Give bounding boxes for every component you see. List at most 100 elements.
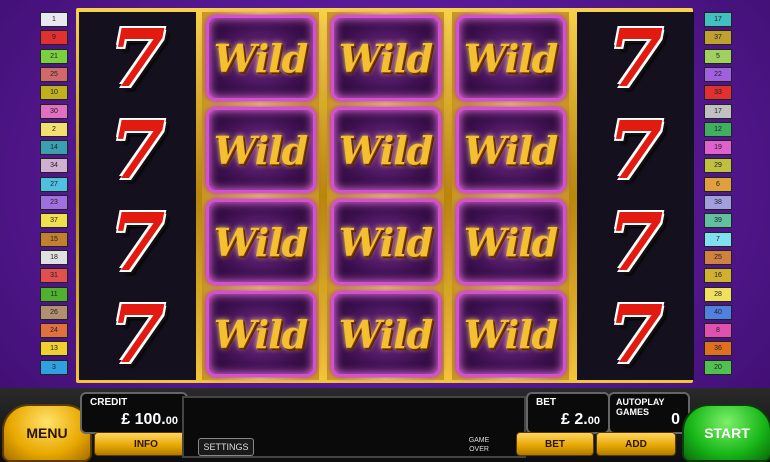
- payline-indicator: 24: [40, 323, 68, 339]
- wild-symbol: Wild: [455, 107, 566, 193]
- payline-indicator: 16: [704, 268, 732, 284]
- seven-symbol: 7: [607, 103, 664, 197]
- payline-indicator: 15: [40, 231, 68, 247]
- wild-text: Wild: [213, 127, 308, 173]
- seven-symbol: 7: [109, 11, 166, 105]
- wild-symbol: Wild: [205, 199, 316, 285]
- seven-symbol: 7: [109, 103, 166, 197]
- payline-indicator: 9: [40, 30, 68, 46]
- add-button-label: ADD: [625, 438, 647, 450]
- bet-currency: £: [561, 411, 570, 428]
- payline-indicator: 10: [40, 85, 68, 101]
- autoplay-value: 0: [671, 411, 680, 428]
- payline-indicator: 23: [40, 195, 68, 210]
- bet-label: BET: [536, 397, 556, 408]
- reel-cell: 7: [79, 12, 196, 104]
- wild-text: Wild: [338, 35, 433, 81]
- reel-cell: 7: [577, 196, 694, 288]
- seven-symbol: 7: [109, 287, 166, 381]
- payline-indicator: 21: [40, 48, 68, 64]
- reel-cell: Wild: [202, 288, 319, 380]
- wild-symbol: Wild: [205, 15, 316, 101]
- bet-amount: 2.: [574, 411, 588, 428]
- add-button[interactable]: ADD: [596, 432, 676, 456]
- wild-text: Wild: [213, 35, 308, 81]
- reel-5: 7777: [577, 12, 694, 380]
- reel-1: 7777: [79, 12, 196, 380]
- credit-value: £ 100.00: [121, 411, 178, 429]
- reel-2: Wild Wild Wild Wild: [202, 12, 319, 380]
- payline-indicator: 2: [40, 121, 68, 137]
- reel-cell: Wild: [327, 288, 444, 380]
- credit-currency: £: [121, 411, 131, 428]
- payline-indicator: 7: [704, 231, 732, 247]
- payline-indicator: 20: [704, 359, 732, 375]
- payline-indicator: 6: [704, 176, 732, 192]
- wild-text: Wild: [463, 127, 558, 173]
- wild-symbol: Wild: [455, 291, 566, 377]
- reel-cell: 7: [79, 288, 196, 380]
- wild-symbol: Wild: [455, 199, 566, 285]
- reel-cell: 7: [79, 196, 196, 288]
- payline-indicator: 36: [704, 341, 732, 357]
- seven-symbol: 7: [109, 195, 166, 289]
- reel-cell: Wild: [452, 104, 569, 196]
- reel-cell: 7: [577, 288, 694, 380]
- payline-indicator: 1: [40, 12, 68, 27]
- wild-text: Wild: [463, 219, 558, 265]
- payline-indicator: 11: [40, 286, 68, 302]
- payline-indicator: 33: [704, 85, 732, 101]
- payline-indicator: 26: [40, 304, 68, 320]
- payline-indicator: 28: [704, 286, 732, 302]
- wild-symbol: Wild: [330, 107, 441, 193]
- bet-value: £ 2.00: [561, 411, 600, 429]
- start-button-label: START: [704, 425, 750, 441]
- settings-button[interactable]: SETTINGS: [198, 438, 254, 456]
- menu-button[interactable]: MENU: [2, 404, 92, 462]
- payline-indicator: 22: [704, 66, 732, 82]
- reel-cell: 7: [79, 104, 196, 196]
- payline-indicator: 25: [704, 249, 732, 265]
- reel-cell: Wild: [202, 12, 319, 104]
- payline-indicator: 37: [704, 30, 732, 46]
- wild-symbol: Wild: [205, 291, 316, 377]
- reel-cell: Wild: [327, 104, 444, 196]
- reel-4: Wild Wild Wild Wild: [452, 12, 569, 380]
- payline-indicator: 30: [40, 103, 68, 119]
- wild-symbol: Wild: [330, 291, 441, 377]
- payline-indicator: 31: [40, 268, 68, 284]
- bet-cents: 00: [587, 415, 600, 427]
- bet-button[interactable]: BET: [516, 432, 594, 456]
- payline-indicator: 34: [40, 158, 68, 174]
- game-over-line1: GAME: [468, 437, 490, 444]
- payline-indicator: 37: [40, 213, 68, 229]
- seven-symbol: 7: [607, 11, 664, 105]
- payline-indicator: 8: [704, 323, 732, 339]
- reel-cell: Wild: [452, 288, 569, 380]
- payline-indicator: 17: [704, 12, 732, 27]
- reel-cell: Wild: [452, 196, 569, 288]
- bet-panel: BET £ 2.00: [526, 392, 610, 434]
- wild-text: Wild: [213, 219, 308, 265]
- seven-symbol: 7: [607, 287, 664, 381]
- credit-cents: 00: [165, 415, 178, 427]
- bet-button-label: BET: [545, 438, 565, 450]
- payline-indicator: 5: [704, 48, 732, 64]
- payline-indicator: 29: [704, 158, 732, 174]
- wild-text: Wild: [463, 311, 558, 357]
- reel-3: Wild Wild Wild Wild: [327, 12, 444, 380]
- payline-indicator: 17: [704, 103, 732, 119]
- game-over-indicator: GAME OVER: [462, 436, 496, 456]
- payline-indicator: 19: [704, 140, 732, 156]
- payline-indicator: 12: [704, 121, 732, 137]
- wild-text: Wild: [338, 219, 433, 265]
- reel-cell: Wild: [452, 12, 569, 104]
- credit-panel: CREDIT £ 100.00: [80, 392, 188, 434]
- reel-cell: 7: [577, 104, 694, 196]
- reel-cell: Wild: [202, 104, 319, 196]
- reel-cell: 7: [577, 12, 694, 104]
- start-button[interactable]: START: [682, 404, 770, 462]
- wild-symbol: Wild: [205, 107, 316, 193]
- credit-label: CREDIT: [90, 397, 128, 408]
- wild-text: Wild: [213, 311, 308, 357]
